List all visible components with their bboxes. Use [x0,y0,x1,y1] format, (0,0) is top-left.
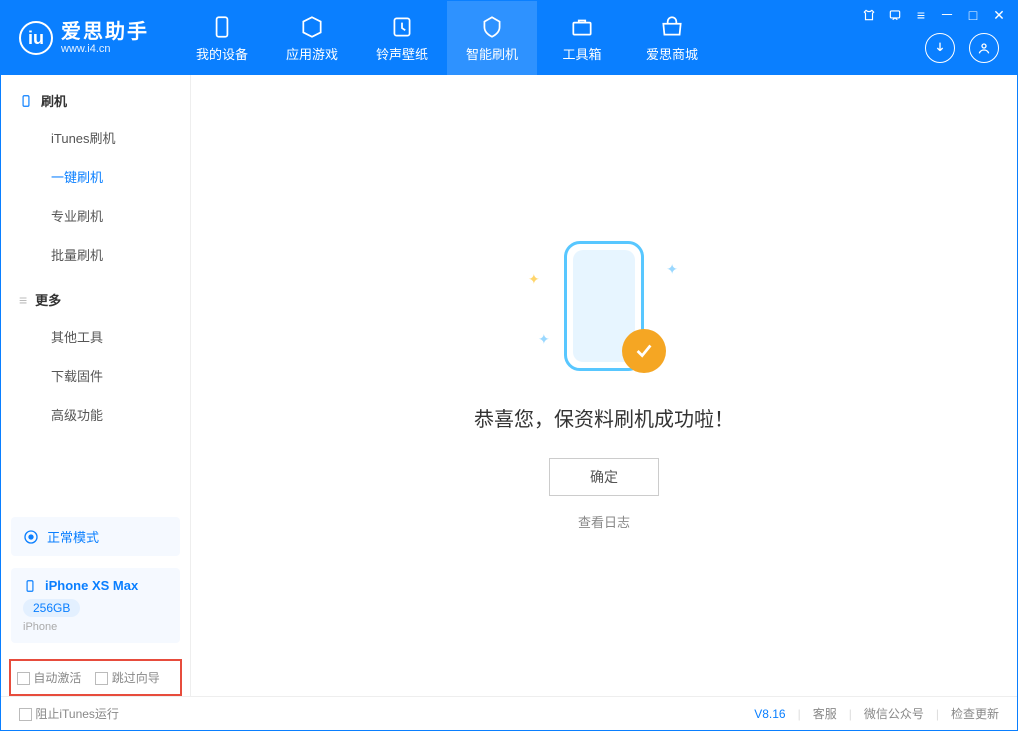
user-button[interactable] [969,33,999,63]
sidebar-section-label: 更多 [35,290,61,309]
tab-flash[interactable]: 智能刷机 [447,1,537,75]
mode-label: 正常模式 [47,527,99,546]
app-window: iu 爱思助手 www.i4.cn 我的设备 应用游戏 铃声壁纸 智能刷机 [0,0,1018,731]
tab-label: 智能刷机 [466,44,518,63]
sidebar-section-label: 刷机 [41,91,67,110]
tab-ringtones[interactable]: 铃声壁纸 [357,1,447,75]
tab-label: 爱思商城 [646,44,698,63]
tab-label: 铃声壁纸 [376,44,428,63]
main-content: ✦ ✦ ✦ 恭喜您，保资料刷机成功啦！ 确定 查看日志 [191,75,1017,696]
sidebar-item-pro[interactable]: 专业刷机 [1,196,190,235]
version-label: V8.16 [754,707,785,721]
options-row: 自动激活 跳过向导 [9,659,182,696]
tab-tools[interactable]: 工具箱 [537,1,627,75]
support-link[interactable]: 客服 [813,705,837,722]
sidebar-item-batch[interactable]: 批量刷机 [1,235,190,274]
maximize-button[interactable]: □ [965,7,981,23]
app-name: 爱思助手 [61,21,149,43]
wechat-link[interactable]: 微信公众号 [864,705,924,722]
tab-label: 工具箱 [562,44,601,63]
titlebar: iu 爱思助手 www.i4.cn 我的设备 应用游戏 铃声壁纸 智能刷机 [1,1,1017,75]
tab-store[interactable]: 爱思商城 [627,1,717,75]
check-badge-icon [622,329,666,373]
menu-icon: ≡ [19,292,27,308]
body: 刷机 iTunes刷机 一键刷机 专业刷机 批量刷机 ≡ 更多 其他工具 下载固… [1,75,1017,696]
sidebar-item-other[interactable]: 其他工具 [1,317,190,356]
block-itunes-checkbox[interactable]: 阻止iTunes运行 [19,705,119,722]
tab-label: 应用游戏 [286,44,338,63]
tab-device[interactable]: 我的设备 [177,1,267,75]
view-log-link[interactable]: 查看日志 [578,512,630,531]
skip-guide-checkbox[interactable]: 跳过向导 [95,669,159,686]
checkbox-label: 自动激活 [33,671,81,685]
window-controls: ≡ － □ ✕ [861,7,1007,23]
device-capacity: 256GB [23,599,80,617]
sparkle-icon: ✦ [528,271,540,288]
success-message: 恭喜您，保资料刷机成功啦！ [474,403,734,432]
minimize-button[interactable]: － [939,7,955,23]
device-box[interactable]: iPhone XS Max 256GB iPhone [11,568,180,643]
logo-icon: iu [19,21,53,55]
menu-icon[interactable]: ≡ [913,7,929,23]
sidebar-item-advanced[interactable]: 高级功能 [1,395,190,434]
checkbox-label: 阻止iTunes运行 [35,707,119,721]
device-type: iPhone [23,621,168,633]
feedback-icon[interactable] [887,7,903,23]
ok-button[interactable]: 确定 [549,458,659,496]
close-button[interactable]: ✕ [991,7,1007,23]
tab-apps[interactable]: 应用游戏 [267,1,357,75]
sidebar-item-itunes[interactable]: iTunes刷机 [1,118,190,157]
tab-label: 我的设备 [196,44,248,63]
footer: 阻止iTunes运行 V8.16 | 客服 | 微信公众号 | 检查更新 [1,696,1017,730]
sidebar-item-onekey[interactable]: 一键刷机 [1,157,190,196]
sparkle-icon: ✦ [666,261,678,278]
auto-activate-checkbox[interactable]: 自动激活 [17,669,81,686]
sidebar-section-more: ≡ 更多 [1,274,190,317]
success-illustration: ✦ ✦ ✦ [534,241,674,381]
skin-icon[interactable] [861,7,877,23]
sidebar: 刷机 iTunes刷机 一键刷机 专业刷机 批量刷机 ≡ 更多 其他工具 下载固… [1,75,191,696]
mode-box[interactable]: 正常模式 [11,517,180,556]
checkbox-label: 跳过向导 [112,671,160,685]
update-link[interactable]: 检查更新 [951,705,999,722]
sidebar-item-firmware[interactable]: 下载固件 [1,356,190,395]
sidebar-section-flash: 刷机 [1,75,190,118]
device-name: iPhone XS Max [45,578,138,593]
nav-tabs: 我的设备 应用游戏 铃声壁纸 智能刷机 工具箱 爱思商城 [177,1,717,75]
sparkle-icon: ✦ [538,331,550,348]
app-url: www.i4.cn [61,43,149,55]
app-logo: iu 爱思助手 www.i4.cn [19,21,149,55]
download-button[interactable] [925,33,955,63]
